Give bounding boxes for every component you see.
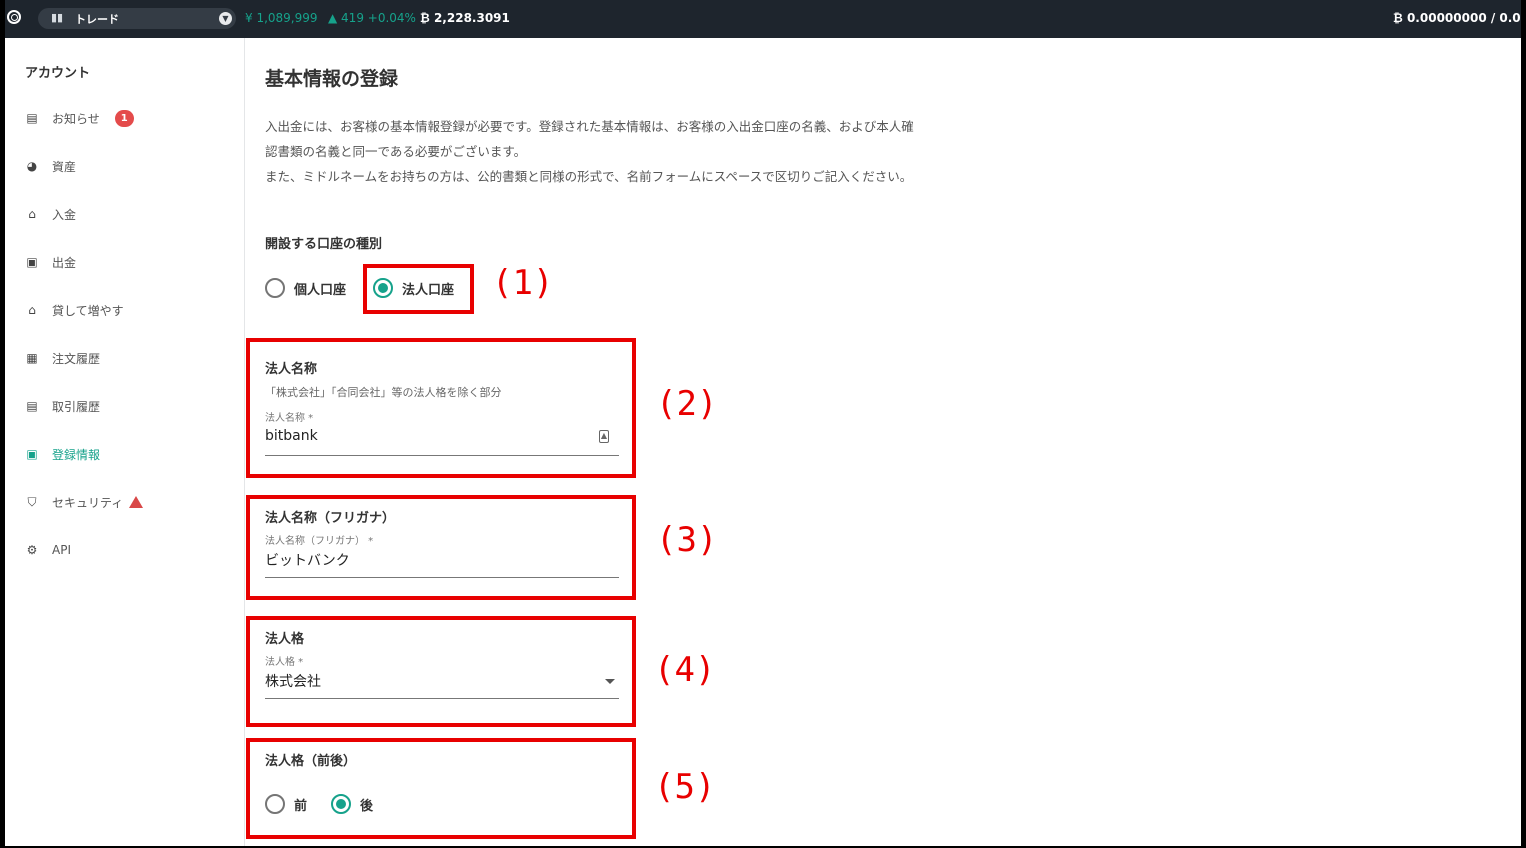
intro-line: 入出金には、お客様の基本情報登録が必要です。登録された基本情報は、お客様の入出金… bbox=[265, 119, 914, 134]
sidebar-heading: アカウント bbox=[25, 66, 91, 81]
main-content: 基本情報の登録 入出金には、お客様の基本情報登録が必要です。登録された基本情報は… bbox=[246, 38, 1521, 846]
chevron-down-icon: ▼ bbox=[219, 12, 232, 25]
sidebar-item-label: API bbox=[52, 543, 71, 557]
gear-icon: ⚙ bbox=[26, 543, 38, 557]
corp-type-label: 法人格 * bbox=[265, 657, 304, 668]
corp-name-kana-label: 法人名称（フリガナ） * bbox=[265, 536, 374, 547]
corp-name-input[interactable]: bitbank bbox=[265, 428, 318, 444]
sidebar-item-label: 注文履歴 bbox=[52, 351, 101, 366]
warning-icon bbox=[129, 496, 144, 508]
radio-before[interactable]: 前 bbox=[265, 794, 307, 814]
sidebar-item-order-history[interactable]: ▦ 注文履歴 bbox=[25, 347, 100, 369]
app-window: ▮▮ トレード ▼ ¥ 1,089,999 ▲ 419 +0.04% ₿ 2,2… bbox=[5, 0, 1521, 846]
sidebar-item-label: 資産 bbox=[52, 159, 77, 174]
annotation-label-1: (1) bbox=[492, 263, 554, 303]
trade-menu-select[interactable]: ▮▮ トレード ▼ bbox=[38, 8, 236, 29]
notification-badge: 1 bbox=[114, 109, 134, 127]
intro-line: また、ミドルネームをお持ちの方は、公的書類と同様の形式で、名前フォームにスペース… bbox=[265, 169, 913, 184]
radio-label: 個人口座 bbox=[294, 282, 347, 298]
sidebar-item-label: 登録情報 bbox=[52, 447, 101, 462]
sidebar-item-label: セキュリティ bbox=[52, 495, 124, 510]
annotation-box-1 bbox=[363, 264, 474, 314]
page-title: 基本情報の登録 bbox=[265, 68, 399, 90]
intro-line: 認書類の名義と同一である必要がございます。 bbox=[265, 144, 527, 159]
bar-chart-icon: ▮▮ bbox=[51, 11, 64, 24]
sidebar-item-withdraw[interactable]: ▣ 出金 bbox=[25, 251, 76, 273]
document-icon: ▤ bbox=[26, 399, 38, 413]
radio-circle-checked-icon bbox=[331, 794, 351, 814]
sidebar-item-lending[interactable]: ⌂ 貸して増やす bbox=[25, 299, 124, 321]
sidebar-item-label: 出金 bbox=[52, 255, 77, 270]
sidebar-item-trade-history[interactable]: ▤ 取引履歴 bbox=[25, 395, 100, 417]
radio-circle-icon bbox=[265, 278, 285, 298]
sidebar-item-registration[interactable]: ▣ 登録情報 bbox=[25, 443, 100, 465]
corp-type-title: 法人格 bbox=[265, 632, 305, 647]
bitbank-logo-icon[interactable] bbox=[7, 10, 21, 24]
corp-name-kana-underline bbox=[265, 577, 619, 578]
bank-icon: ⌂ bbox=[28, 303, 36, 317]
radio-circle-icon bbox=[265, 794, 285, 814]
sidebar-item-assets[interactable]: ◕ 資産 bbox=[25, 155, 76, 177]
sidebar-item-label: 入金 bbox=[52, 207, 77, 222]
corp-name-hint: 「株式会社」「合同会社」等の法人格を除く部分 bbox=[265, 386, 502, 399]
wallet-icon: ▣ bbox=[26, 255, 38, 269]
radio-label: 前 bbox=[294, 798, 308, 814]
pie-chart-icon: ◕ bbox=[26, 159, 38, 173]
ticker-change: ▲ 419 +0.04% bbox=[328, 11, 416, 25]
sidebar-item-api[interactable]: ⚙ API bbox=[25, 539, 71, 561]
annotation-label-2: (2) bbox=[656, 384, 718, 424]
sidebar: アカウント ▤ お知らせ 1 ◕ 資産 ⌂ 入金 ▣ 出金 ⌂ 貸して増やす ▦… bbox=[5, 38, 245, 846]
radio-label: 後 bbox=[360, 798, 374, 814]
bank-icon: ⌂ bbox=[28, 207, 36, 221]
sidebar-item-notifications[interactable]: ▤ お知らせ 1 bbox=[25, 107, 134, 129]
sidebar-item-label: 貸して増やす bbox=[52, 303, 124, 318]
account-box-icon: ▣ bbox=[26, 447, 38, 461]
balance-display: ₿ 0.00000000 / 0.000 bbox=[1393, 11, 1521, 25]
intro-text: 入出金には、お客様の基本情報登録が必要です。登録された基本情報は、お客様の入出金… bbox=[265, 114, 914, 189]
trade-label: トレード bbox=[75, 13, 119, 26]
radio-individual[interactable]: 個人口座 bbox=[265, 278, 346, 298]
contact-card-icon[interactable]: ▲ bbox=[599, 430, 609, 443]
corp-name-underline bbox=[265, 455, 619, 456]
top-bar: ▮▮ トレード ▼ ¥ 1,089,999 ▲ 419 +0.04% ₿ 2,2… bbox=[5, 0, 1521, 38]
account-type-title: 開設する口座の種別 bbox=[265, 237, 383, 252]
corp-type-underline bbox=[265, 698, 619, 699]
corp-name-kana-title: 法人名称（フリガナ） bbox=[265, 511, 396, 526]
sidebar-item-security[interactable]: ⛉ セキュリティ bbox=[25, 491, 144, 513]
message-icon: ▤ bbox=[26, 111, 38, 125]
clipboard-icon: ▦ bbox=[26, 351, 38, 365]
corp-type-position-title: 法人格（前後） bbox=[265, 754, 357, 769]
sidebar-item-label: 取引履歴 bbox=[52, 399, 101, 414]
corp-name-label: 法人名称 * bbox=[265, 413, 314, 424]
shield-icon: ⛉ bbox=[27, 495, 37, 509]
annotation-label-5: (5) bbox=[654, 767, 716, 807]
corp-name-title: 法人名称 bbox=[265, 362, 318, 377]
ticker-price: ¥ 1,089,999 bbox=[245, 11, 318, 25]
ticker-btc-price: ₿ 2,228.3091 bbox=[420, 11, 510, 25]
sidebar-item-deposit[interactable]: ⌂ 入金 bbox=[25, 203, 76, 225]
radio-after[interactable]: 後 bbox=[331, 794, 373, 814]
corp-type-select[interactable]: 株式会社 bbox=[265, 671, 321, 691]
sidebar-item-label: お知らせ bbox=[52, 111, 100, 126]
dropdown-arrow-icon[interactable] bbox=[605, 679, 615, 684]
corp-name-kana-input[interactable]: ビットバンク bbox=[265, 550, 350, 570]
annotation-label-3: (3) bbox=[656, 520, 718, 560]
annotation-label-4: (4) bbox=[654, 650, 716, 690]
